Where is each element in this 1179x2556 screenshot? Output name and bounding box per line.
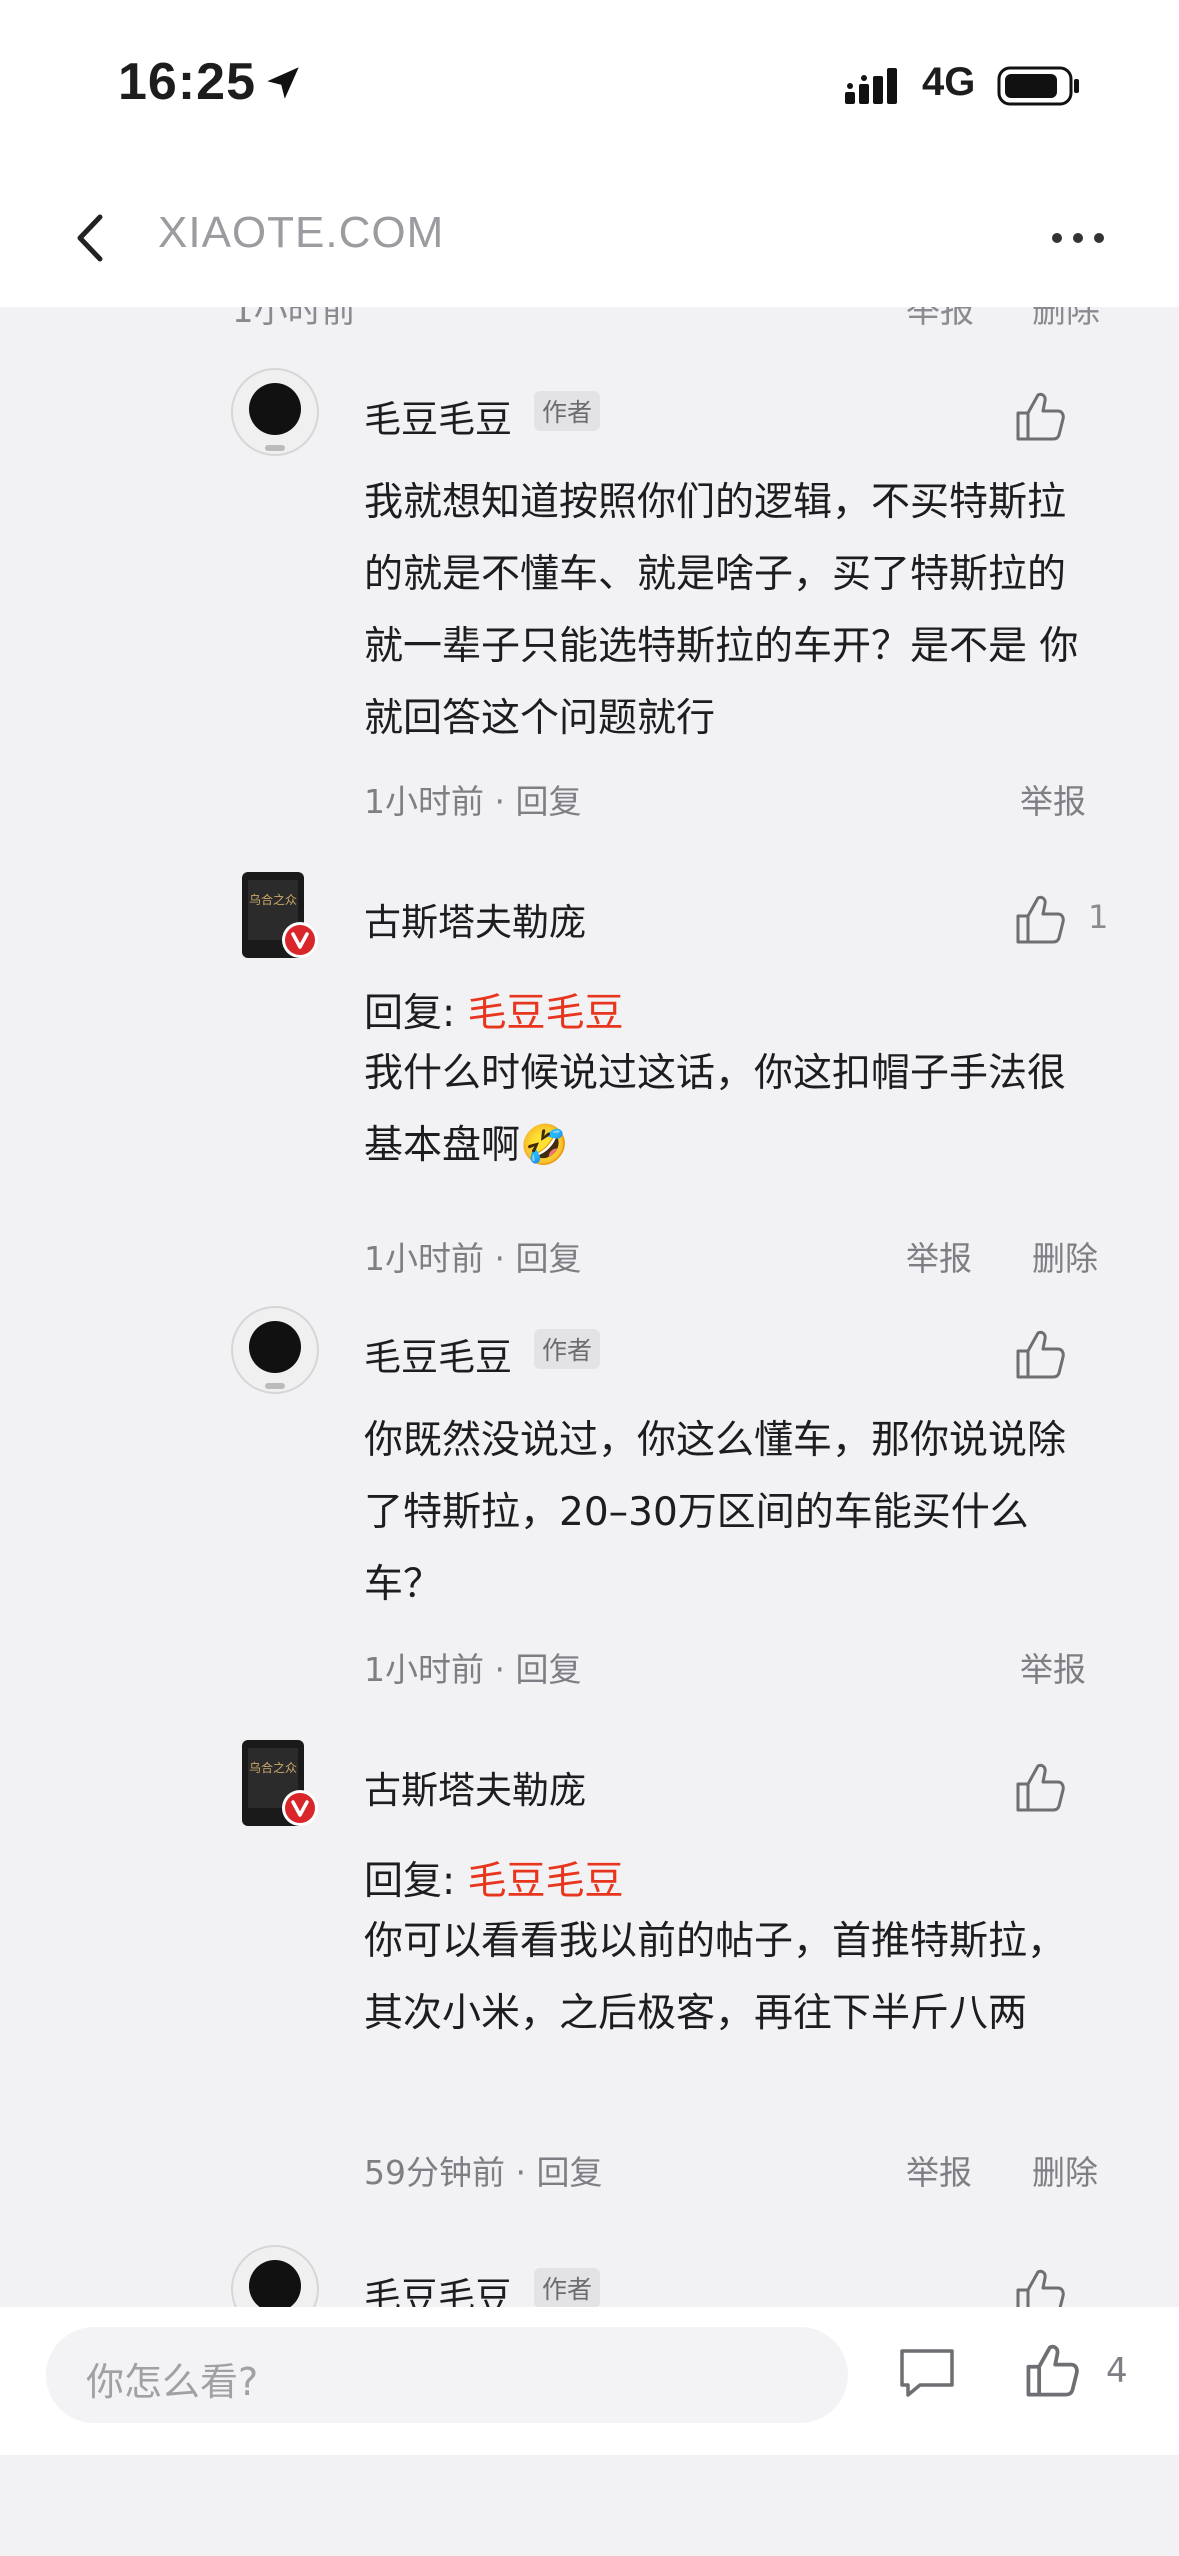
report-link[interactable]: 举报 <box>1020 1643 1086 1691</box>
comment-input-placeholder: 你怎么看? <box>86 2360 259 2404</box>
delete-link[interactable]: 删除 <box>1032 2146 1098 2194</box>
more-icon <box>1052 233 1104 243</box>
comment-username[interactable]: 毛豆毛豆 <box>364 389 512 443</box>
comment-time: 1小时前 <box>364 1650 484 1689</box>
reply-to-user[interactable]: 毛豆毛豆 <box>468 1859 624 1904</box>
comment-time: 1小时前 <box>364 1239 484 1278</box>
comment-username[interactable]: 毛豆毛豆 <box>364 2266 512 2307</box>
reply-link[interactable]: 回复 <box>515 1239 581 1278</box>
partial-time: 1小时前 <box>232 307 356 331</box>
partial-report-link[interactable]: 举报 <box>906 307 974 332</box>
thumb-up-icon[interactable] <box>1012 1327 1068 1383</box>
more-button[interactable] <box>1046 216 1110 260</box>
thumb-up-icon[interactable] <box>1012 892 1068 948</box>
comment-meta: 1小时前 · 回复 <box>364 1239 582 1278</box>
comment-meta: 1小时前 · 回复 <box>364 1650 582 1689</box>
nav-bar: XIAOTE.COM <box>0 170 1179 307</box>
report-link[interactable]: 举报 <box>906 1232 972 1280</box>
comment-time: 59分钟前 <box>364 2153 505 2192</box>
avatar[interactable]: 乌合之众 <box>230 870 320 960</box>
author-badge: 作者 <box>534 2268 601 2307</box>
avatar[interactable] <box>230 367 320 457</box>
thumb-up-icon[interactable] <box>1012 2266 1068 2307</box>
comment-meta: 59分钟前 · 回复 <box>364 2153 603 2192</box>
chat-icon[interactable] <box>896 2345 958 2401</box>
comment-username[interactable]: 毛豆毛豆 <box>364 1327 512 1381</box>
reply-link[interactable]: 回复 <box>536 2153 602 2192</box>
signal-icon <box>845 68 897 104</box>
reply-target: 回复: 毛豆毛豆 <box>364 982 624 1038</box>
comment-meta: 1小时前 · 回复 <box>364 782 582 821</box>
avatar[interactable]: 乌合之众 <box>230 1738 320 1828</box>
avatar[interactable] <box>230 2244 320 2307</box>
thumb-up-icon[interactable] <box>1012 389 1068 445</box>
author-badge: 作者 <box>534 391 601 431</box>
comment-time: 1小时前 <box>364 782 484 821</box>
comment-body: 我就想知道按照你们的逻辑，不买特斯拉的就是不懂车、就是啥子，买了特斯拉的就一辈子… <box>364 480 1079 741</box>
comment-body: 你既然没说过，你这么懂车，那你说说除了特斯拉，20–30万区间的车能买什么车？ <box>364 1418 1067 1607</box>
partial-delete-link[interactable]: 删除 <box>1032 307 1100 332</box>
comment-input[interactable]: 你怎么看? <box>46 2327 848 2423</box>
battery-icon <box>997 66 1079 106</box>
reply-prefix: 回复: <box>364 1859 468 1904</box>
svg-text:乌合之众: 乌合之众 <box>249 892 297 907</box>
report-link[interactable]: 举报 <box>1020 775 1086 823</box>
like-count: 4 <box>1106 2351 1128 2391</box>
home-indicator-area <box>0 2455 1179 2556</box>
reply-target: 回复: 毛豆毛豆 <box>364 1850 624 1906</box>
status-time: 16:25 <box>118 53 256 111</box>
reply-link[interactable]: 回复 <box>515 1650 581 1689</box>
thumb-up-icon[interactable] <box>1022 2341 1082 2401</box>
partial-meta-row: 1小时前 举报 删除 <box>0 307 1179 331</box>
avatar[interactable] <box>230 1305 320 1395</box>
svg-text:乌合之众: 乌合之众 <box>249 1760 297 1775</box>
page-title: XIAOTE.COM <box>158 208 445 257</box>
like-count: 1 <box>1088 898 1109 936</box>
delete-link[interactable]: 删除 <box>1032 1232 1098 1280</box>
status-bar: 16:25 4G <box>0 0 1179 170</box>
author-badge: 作者 <box>534 1329 601 1369</box>
comment-list[interactable]: 1小时前 举报 删除 毛豆毛豆 作者 我就想知道按照你们的逻辑，不买特斯拉的就是… <box>0 307 1179 2307</box>
back-button[interactable] <box>60 198 120 278</box>
reply-prefix: 回复: <box>364 991 468 1036</box>
reply-to-user[interactable]: 毛豆毛豆 <box>468 991 624 1036</box>
bottom-bar: 你怎么看? 4 <box>0 2307 1179 2455</box>
reply-link[interactable]: 回复 <box>515 782 581 821</box>
comment-body: 我什么时候说过这话，你这扣帽子手法很基本盘啊🤣 <box>364 1051 1067 1168</box>
thumb-up-icon[interactable] <box>1012 1760 1068 1816</box>
report-link[interactable]: 举报 <box>906 2146 972 2194</box>
comment-username[interactable]: 古斯塔夫勒庞 <box>364 1760 586 1814</box>
network-type: 4G <box>922 60 976 104</box>
back-icon <box>77 214 103 262</box>
comment-body: 你可以看看我以前的帖子，首推特斯拉，其次小米，之后极客，再往下半斤八两 <box>364 1919 1067 2036</box>
location-arrow-icon <box>267 67 299 99</box>
comment-username[interactable]: 古斯塔夫勒庞 <box>364 892 586 946</box>
